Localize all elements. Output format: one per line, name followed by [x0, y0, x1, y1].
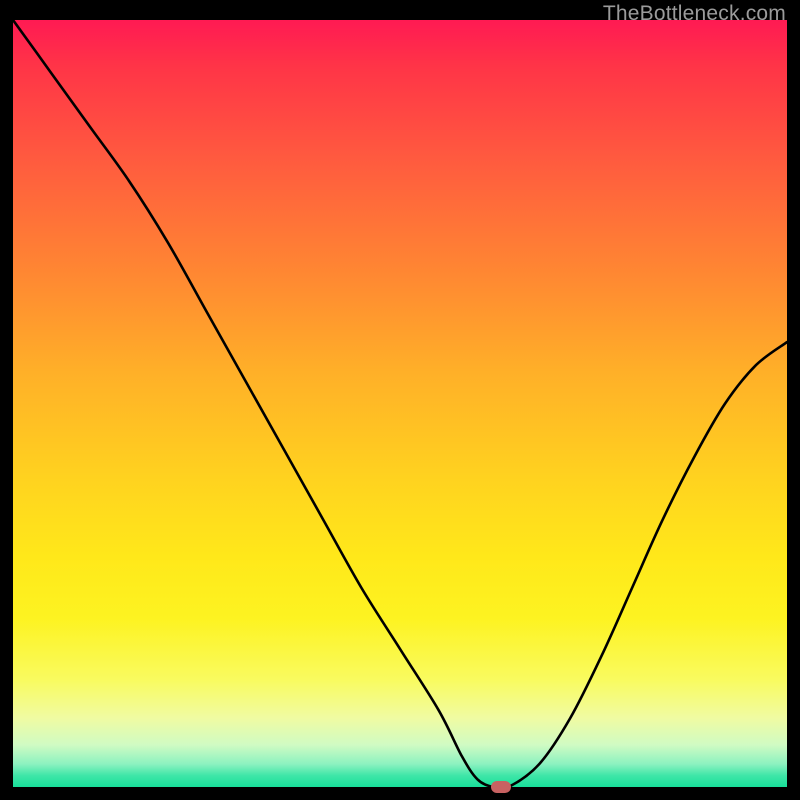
minimum-marker [491, 781, 511, 793]
curve-path [13, 20, 787, 787]
chart-frame: TheBottleneck.com [0, 0, 800, 800]
bottleneck-curve [13, 20, 787, 787]
plot-area [13, 20, 787, 787]
